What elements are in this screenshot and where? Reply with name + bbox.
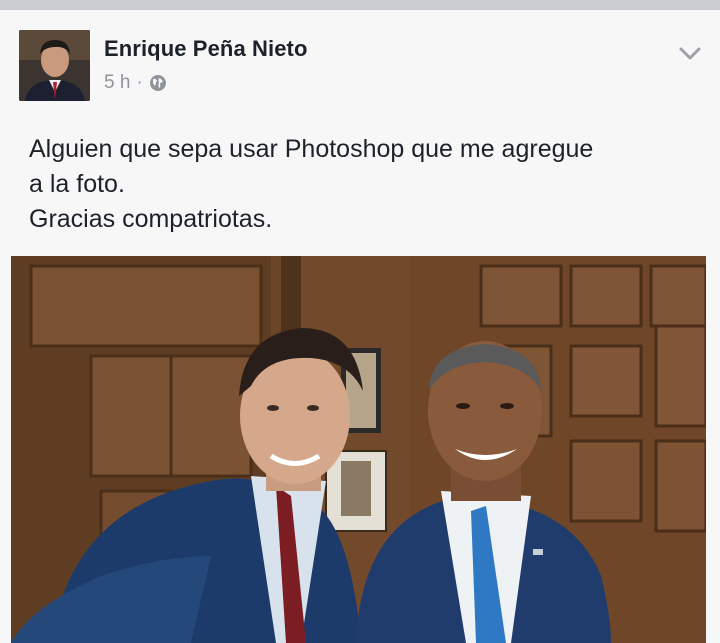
timestamp[interactable]: 5 h [104,72,130,94]
meta-separator: · [136,72,143,93]
avatar[interactable] [19,30,90,101]
post-meta: 5 h · [104,72,167,94]
post-text-line: Gracias compatriotas. [29,205,273,233]
chevron-down-icon[interactable] [676,44,704,64]
post-photo[interactable] [11,256,706,643]
author-name[interactable]: Enrique Peña Nieto [104,36,308,62]
post-text-line: Alguien que sepa usar Photoshop que me a… [29,135,594,163]
post-card: Enrique Peña Nieto 5 h · Alguien que sep… [0,10,720,643]
post-text: Alguien que sepa usar Photoshop que me a… [29,132,709,237]
top-divider [0,0,720,10]
globe-icon[interactable] [149,74,167,92]
post-text-line: a la foto. [29,170,125,198]
